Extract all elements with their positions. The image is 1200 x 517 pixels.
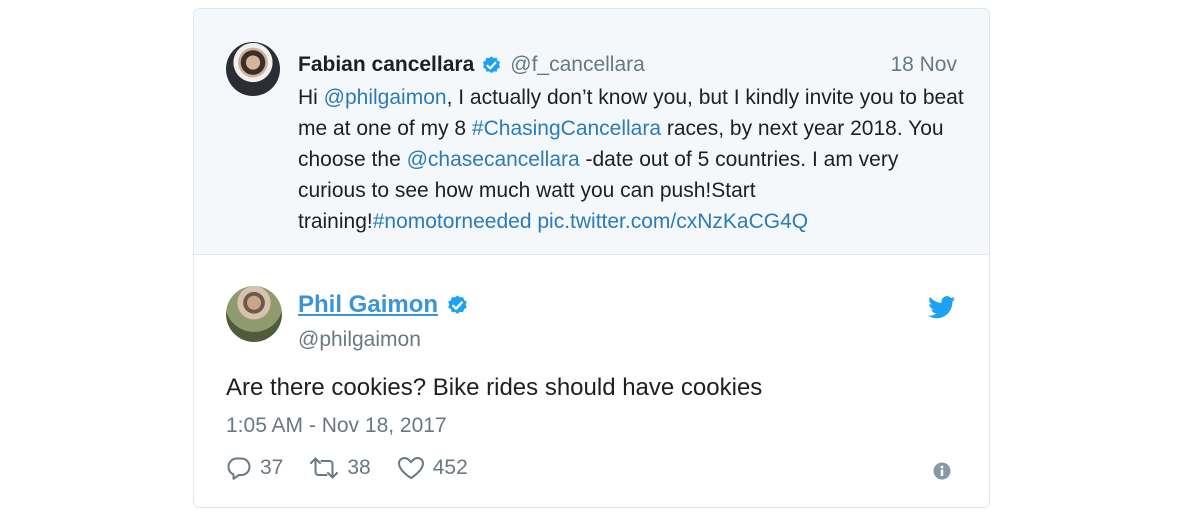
verified-badge-icon: [483, 55, 501, 73]
reply-icon: [227, 457, 251, 480]
info-icon[interactable]: [933, 462, 951, 480]
author-name-row: Phil Gaimon: [298, 291, 469, 319]
embedded-tweet-card: Fabian cancellara @f_cancellara 18 Nov H…: [193, 8, 990, 508]
tweet-actions: 37 38 452: [226, 456, 494, 480]
author-avatar[interactable]: [226, 286, 282, 342]
quoted-tweet-text-segment: Hi: [298, 86, 324, 109]
quoted-author-name[interactable]: Fabian cancellara: [298, 53, 474, 77]
quoted-tweet-link[interactable]: #ChasingCancellara: [472, 117, 661, 140]
like-count: 452: [432, 456, 468, 479]
heart-icon: [397, 457, 424, 479]
tweet-text: Are there cookies? Bike rides should hav…: [226, 374, 763, 401]
quoted-tweet-text: Hi @philgaimon, I actually don’t know yo…: [298, 82, 968, 237]
like-button[interactable]: 452: [397, 456, 468, 480]
quoted-tweet-header: Fabian cancellara @f_cancellara: [298, 53, 645, 77]
twitter-bird-icon[interactable]: [928, 296, 956, 319]
quoted-tweet-link[interactable]: @chasecancellara: [407, 148, 580, 171]
retweet-icon: [310, 457, 339, 479]
retweet-button[interactable]: 38: [309, 456, 371, 480]
quoted-tweet-link[interactable]: #nomotorneeded: [373, 210, 532, 233]
quoted-tweet[interactable]: Fabian cancellara @f_cancellara 18 Nov H…: [194, 9, 989, 255]
retweet-count: 38: [347, 456, 371, 479]
quoted-author-handle[interactable]: @f_cancellara: [510, 53, 645, 77]
tweet-timestamp[interactable]: 1:05 AM - Nov 18, 2017: [226, 414, 447, 438]
quoted-tweet-link[interactable]: @philgaimon: [324, 86, 447, 109]
reply-button[interactable]: 37: [226, 456, 283, 480]
verified-badge-icon: [448, 294, 467, 314]
author-handle[interactable]: @philgaimon: [298, 328, 421, 352]
author-name[interactable]: Phil Gaimon: [298, 291, 438, 319]
quoted-author-avatar[interactable]: [226, 42, 280, 96]
reply-count: 37: [260, 456, 284, 479]
quoted-tweet-date[interactable]: 18 Nov: [890, 53, 957, 77]
quoted-tweet-link[interactable]: pic.twitter.com/cxNzKaCG4Q: [537, 210, 808, 233]
